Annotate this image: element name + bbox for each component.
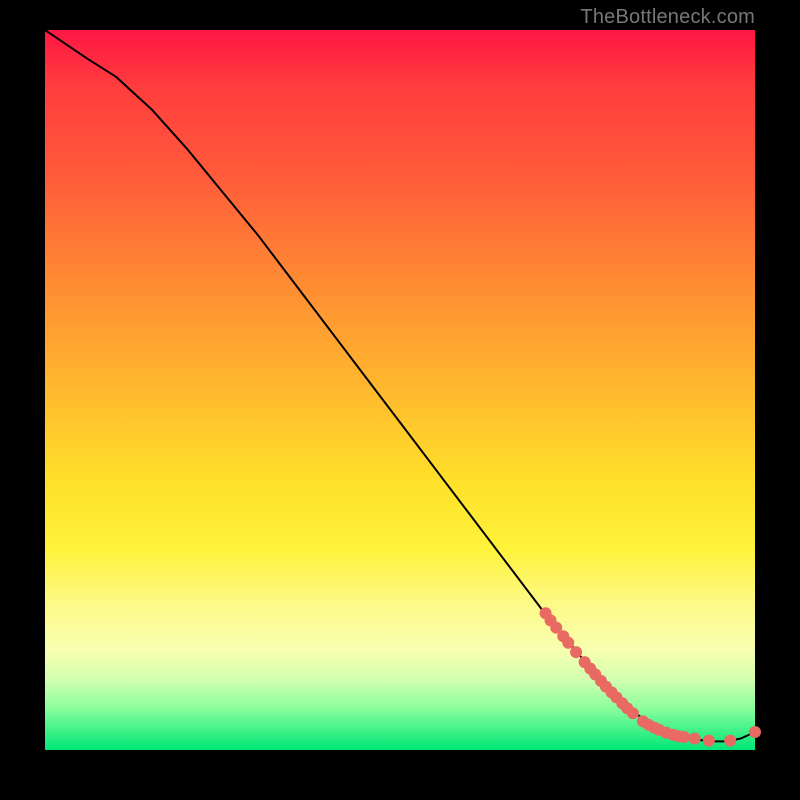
curve-marker [689,732,701,744]
chart-stage: TheBottleneck.com [0,0,800,800]
watermark-text: TheBottleneck.com [580,6,755,29]
curve-marker [749,726,761,738]
curve-marker [724,735,736,747]
chart-svg [45,30,755,750]
chart-plot-area [45,30,755,750]
curve-marker [562,637,574,649]
curve-marker [678,731,690,743]
curve-marker [627,707,639,719]
curve-line [45,30,755,741]
curve-markers [540,607,761,746]
curve-marker [703,735,715,747]
curve-marker [570,646,582,658]
